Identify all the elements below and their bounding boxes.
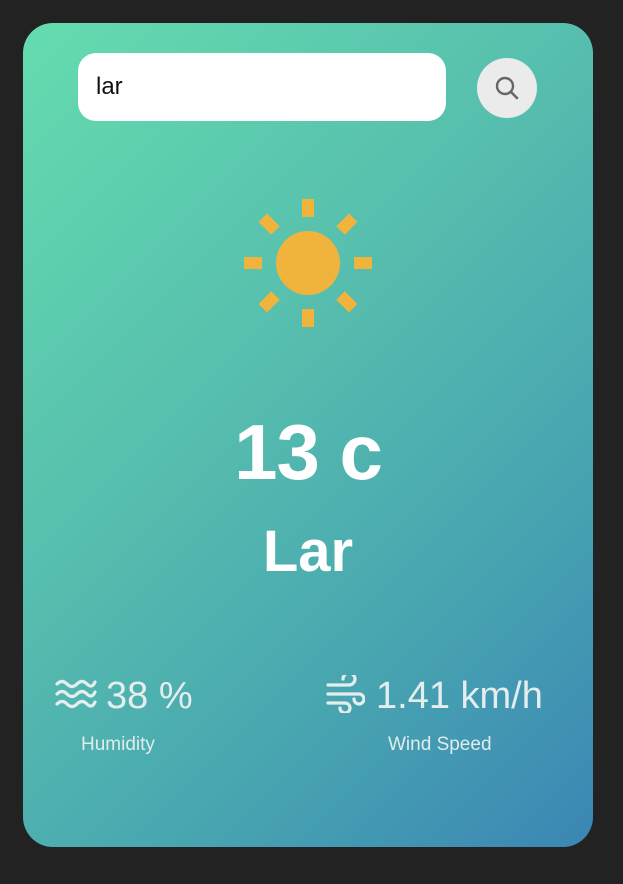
weather-card: 13 c Lar 38 % Humidity 1.41 km/h Wind Sp… xyxy=(23,23,593,847)
humidity-waves-icon xyxy=(55,679,97,709)
city-name: Lar xyxy=(262,519,354,584)
sun-icon xyxy=(244,199,372,327)
humidity-label: Humidity xyxy=(81,734,155,755)
temperature: 13 c xyxy=(234,408,383,496)
search-button[interactable] xyxy=(477,58,537,118)
wind-speed-label: Wind Speed xyxy=(388,734,492,755)
humidity-value: 38 % xyxy=(106,675,193,717)
search-icon xyxy=(495,76,519,100)
wind-speed-value: 1.41 km/h xyxy=(376,675,543,717)
search-input[interactable] xyxy=(78,53,446,121)
wind-icon xyxy=(326,675,365,713)
